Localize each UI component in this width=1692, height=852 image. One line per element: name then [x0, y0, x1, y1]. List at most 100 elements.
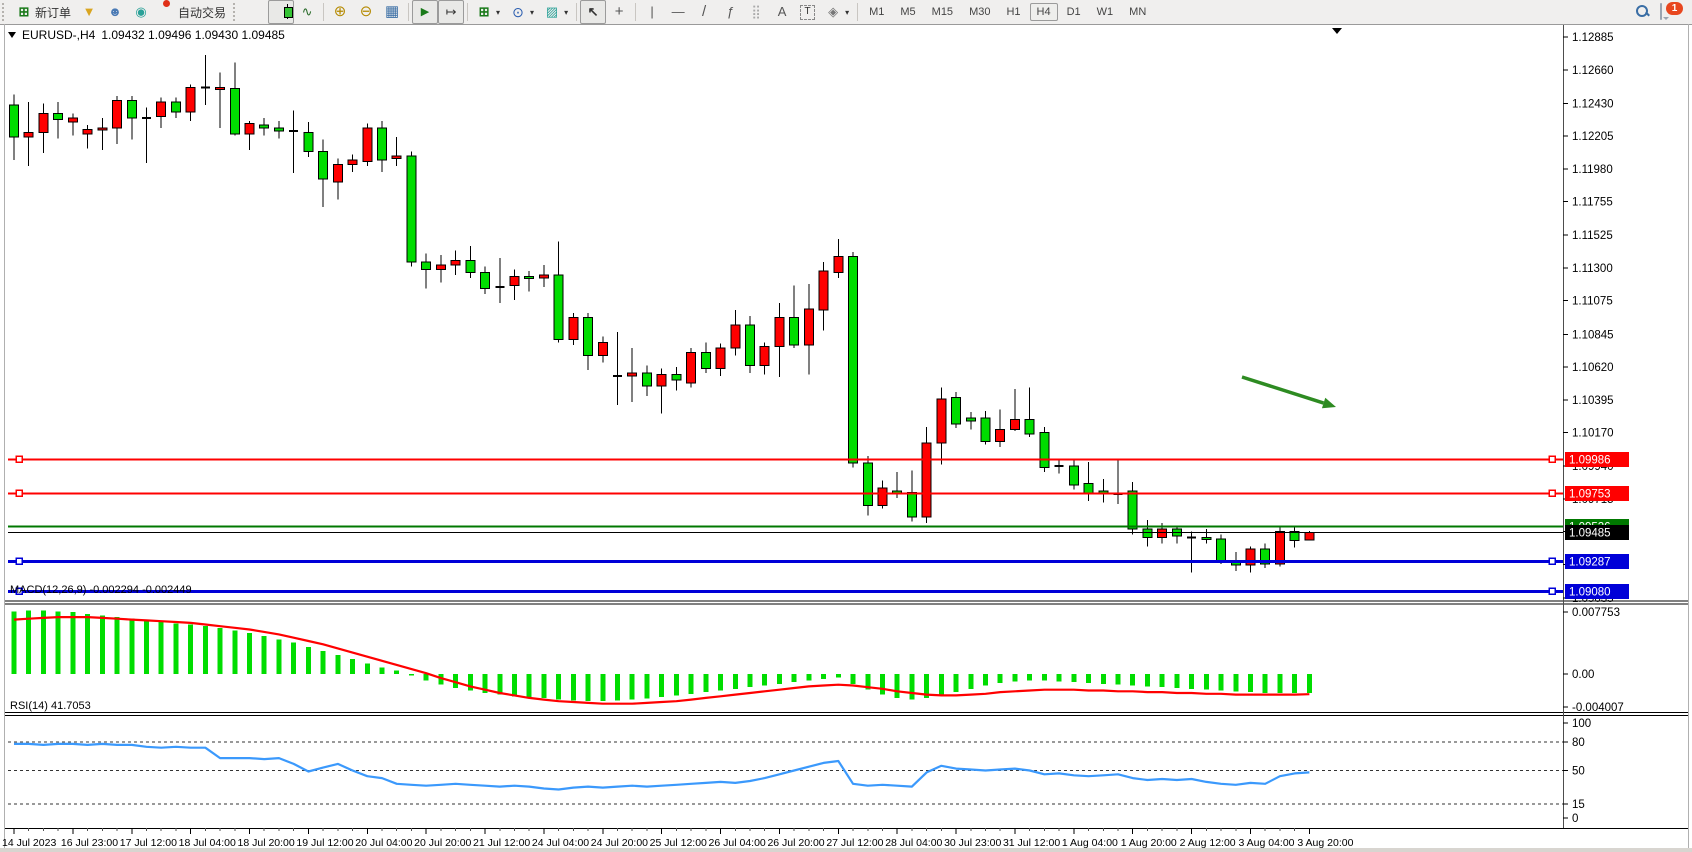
timeframe-d1[interactable]: D1 — [1060, 3, 1088, 21]
price-line[interactable]: 1.09753 — [8, 486, 1629, 501]
rsi-pane[interactable] — [8, 742, 1563, 804]
svg-text:17 Jul 12:00: 17 Jul 12:00 — [120, 837, 177, 849]
auto-scroll-button[interactable]: ▶ — [412, 0, 438, 24]
auto-scroll-icon: ▶ — [417, 4, 433, 20]
line-chart-button[interactable]: ∿ — [294, 0, 320, 24]
grid-icon: ⣿ — [748, 4, 764, 20]
date-axis[interactable]: 14 Jul 202316 Jul 23:0017 Jul 12:0018 Ju… — [2, 828, 1354, 849]
svg-text:1.09287: 1.09287 — [1569, 556, 1611, 568]
svg-text:30 Jul 23:00: 30 Jul 23:00 — [944, 837, 1001, 849]
profile-button[interactable]: ☻ — [102, 0, 128, 24]
signal-icon: ◉ — [133, 4, 149, 20]
svg-text:1.12660: 1.12660 — [1572, 65, 1614, 77]
timeframe-w1[interactable]: W1 — [1090, 3, 1121, 21]
svg-text:3 Aug 04:00: 3 Aug 04:00 — [1238, 837, 1294, 849]
chevron-down-icon: ▾ — [496, 8, 500, 17]
candles-layer[interactable] — [10, 55, 1314, 572]
candlestick-chart-button[interactable] — [268, 0, 294, 24]
svg-text:20 Jul 20:00: 20 Jul 20:00 — [414, 837, 471, 849]
trend-arrow-annotation[interactable] — [1242, 377, 1336, 408]
new-chart-icon: ⊞ — [476, 4, 492, 20]
grid-tool[interactable]: ⣿ — [743, 0, 769, 24]
new-order-button[interactable]: ⊞ 新订单 — [11, 0, 76, 24]
label-icon: T — [800, 5, 815, 20]
crosshair-icon: + — [611, 4, 627, 20]
svg-text:31 Jul 12:00: 31 Jul 12:00 — [1003, 837, 1060, 849]
timeframe-m30[interactable]: M30 — [962, 3, 997, 21]
svg-text:50: 50 — [1572, 766, 1585, 778]
search-button[interactable] — [1622, 0, 1648, 24]
price-line[interactable]: 1.09080 — [8, 584, 1629, 599]
line-chart-icon: ∿ — [299, 4, 315, 20]
new-order-label: 新订单 — [35, 4, 71, 21]
notification-badge: 1 — [1666, 2, 1683, 15]
svg-text:1.12430: 1.12430 — [1572, 98, 1614, 110]
timeframe-m5[interactable]: M5 — [893, 3, 922, 21]
svg-text:26 Jul 04:00: 26 Jul 04:00 — [709, 837, 766, 849]
notifications-button[interactable]: 1 — [1648, 0, 1692, 24]
svg-text:1.10620: 1.10620 — [1572, 362, 1614, 374]
price-line[interactable]: 1.09986 — [8, 452, 1629, 467]
timeframe-group: M1M5M15M30H1H4D1W1MN — [861, 3, 1154, 21]
svg-text:1 Aug 04:00: 1 Aug 04:00 — [1062, 837, 1118, 849]
timeframe-m1[interactable]: M1 — [862, 3, 891, 21]
chart-window[interactable]: 1.128851.126601.124301.122051.119801.117… — [0, 24, 1692, 852]
svg-text:24 Jul 20:00: 24 Jul 20:00 — [591, 837, 648, 849]
timeframe-h4[interactable]: H4 — [1030, 3, 1058, 21]
chart-canvas[interactable]: 1.128851.126601.124301.122051.119801.117… — [0, 24, 1692, 852]
vertical-line-tool[interactable]: | — [639, 0, 665, 24]
trendline-tool[interactable]: / — [691, 0, 717, 24]
indicators-dropdown[interactable]: ▨ ▾ — [539, 0, 573, 24]
svg-text:18 Jul 20:00: 18 Jul 20:00 — [238, 837, 295, 849]
svg-text:1.10170: 1.10170 — [1572, 428, 1614, 440]
period-dropdown[interactable]: ⊙ ▾ — [505, 0, 539, 24]
text-tool[interactable]: A — [769, 0, 795, 24]
tile-windows-button[interactable]: ▦ — [379, 0, 405, 24]
svg-text:2 Aug 12:00: 2 Aug 12:00 — [1180, 837, 1236, 849]
svg-text:28 Jul 04:00: 28 Jul 04:00 — [885, 837, 942, 849]
crosshair-tool-button[interactable]: + — [606, 0, 632, 24]
toolbar-separator — [857, 3, 858, 21]
chevron-down-icon: ▾ — [564, 8, 568, 17]
price-line[interactable]: 1.09526 — [8, 519, 1629, 534]
macd-pane[interactable] — [12, 610, 1312, 703]
svg-text:0: 0 — [1572, 813, 1578, 825]
new-chart-dropdown[interactable]: ⊞ ▾ — [471, 0, 505, 24]
svg-text:1.12885: 1.12885 — [1572, 32, 1614, 44]
fibonacci-icon: ƒ — [722, 4, 738, 20]
svg-text:24 Jul 04:00: 24 Jul 04:00 — [532, 837, 589, 849]
zoom-in-button[interactable]: ⊕ — [327, 0, 353, 24]
cursor-tool-button[interactable]: ↖ — [580, 0, 606, 24]
indicators-icon: ▨ — [544, 4, 560, 20]
label-tool[interactable]: T — [795, 0, 820, 24]
tile-windows-icon: ▦ — [384, 4, 400, 20]
svg-text:1.09485: 1.09485 — [1569, 527, 1611, 539]
bar-chart-button[interactable] — [242, 0, 268, 24]
svg-text:21 Jul 12:00: 21 Jul 12:00 — [473, 837, 530, 849]
auto-trading-button[interactable]: 自动交易 — [154, 0, 231, 24]
horizontal-line-icon: — — [670, 4, 686, 20]
svg-text:1.10395: 1.10395 — [1572, 395, 1614, 407]
price-line[interactable]: 1.09287 — [8, 554, 1629, 569]
svg-text:1.11755: 1.11755 — [1572, 197, 1613, 209]
funnel-button[interactable]: ▼ — [76, 0, 102, 24]
svg-text:1.11525: 1.11525 — [1572, 230, 1613, 242]
chevron-down-icon: ▾ — [845, 8, 849, 17]
timeframe-h1[interactable]: H1 — [999, 3, 1027, 21]
chart-shift-icon: ↦ — [443, 4, 459, 20]
fibonacci-tool[interactable]: ƒ — [717, 0, 743, 24]
chart-shift-button[interactable]: ↦ — [438, 0, 464, 24]
toolbar: ⊞ 新订单 ▼ ☻ ◉ 自动交易 ∿ ⊕ ⊖ ▦ ▶ ↦ ⊞ ▾ ⊙ ▾ ▨ ▾… — [0, 0, 1692, 25]
svg-text:1.09080: 1.09080 — [1569, 586, 1611, 598]
new-order-icon: ⊞ — [16, 4, 32, 20]
zoom-out-button[interactable]: ⊖ — [353, 0, 379, 24]
toolbar-separator — [467, 3, 468, 21]
shapes-dropdown[interactable]: ◈ ▾ — [820, 0, 854, 24]
svg-text:26 Jul 20:00: 26 Jul 20:00 — [767, 837, 824, 849]
timeframe-m15[interactable]: M15 — [925, 3, 960, 21]
svg-text:18 Jul 04:00: 18 Jul 04:00 — [179, 837, 236, 849]
vertical-line-icon: | — [644, 4, 660, 20]
timeframe-mn[interactable]: MN — [1122, 3, 1153, 21]
signal-button[interactable]: ◉ — [128, 0, 154, 24]
horizontal-line-tool[interactable]: — — [665, 0, 691, 24]
